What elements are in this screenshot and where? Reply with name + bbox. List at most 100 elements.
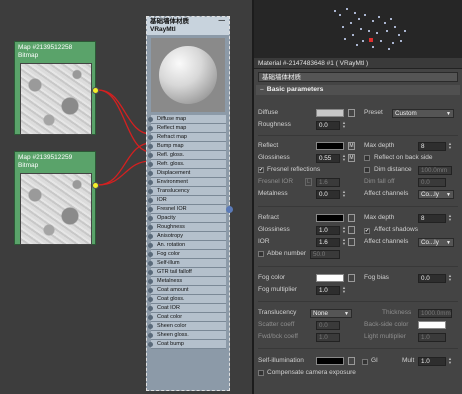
slot-input[interactable]: Diffuse map bbox=[148, 115, 226, 124]
slot-input[interactable]: Coat IOR bbox=[148, 304, 226, 313]
slot-input[interactable]: Self-illum bbox=[148, 259, 226, 268]
slot-input[interactable]: IOR bbox=[148, 196, 226, 205]
thickness-spinner[interactable]: 1000.0mm bbox=[418, 309, 452, 318]
slot-input[interactable]: Coat gloss. bbox=[148, 295, 226, 304]
fresnel-ior-lock-button[interactable]: L bbox=[305, 178, 312, 186]
slot-input[interactable]: Refl. gloss. bbox=[148, 151, 226, 160]
affect-channels-dropdown[interactable]: Co...ly ▼ bbox=[418, 190, 454, 199]
dim-falloff-spinner[interactable]: 0.0 bbox=[418, 178, 446, 187]
slot-input[interactable]: Refr. gloss. bbox=[148, 160, 226, 169]
fog-multiplier-spinner[interactable]: 1.0 bbox=[316, 286, 340, 295]
max-depth-spinner[interactable]: 8 bbox=[418, 142, 446, 151]
max-depth-label: Max depth bbox=[364, 142, 395, 149]
scatter-coeff-spinner[interactable]: 0.0 bbox=[316, 321, 340, 330]
node-subtitle: Bitmap bbox=[18, 162, 39, 169]
vraymtl-node[interactable]: 基础墙体材质 VRayMtl — Diffuse map Reflect map R… bbox=[146, 16, 233, 391]
diffuse-color-swatch[interactable] bbox=[316, 109, 344, 117]
basic-parameters-rollout[interactable]: – Basic parameters bbox=[256, 85, 460, 95]
reflect-map-button[interactable]: M bbox=[348, 142, 355, 150]
node-editor-canvas[interactable]: Map #2139512258 Bitmap Map #2139512259 B… bbox=[0, 0, 252, 394]
fresnel-checkbox[interactable]: ✔ bbox=[258, 167, 264, 173]
reflect-backside-checkbox[interactable] bbox=[364, 155, 370, 161]
slot-input[interactable]: Coat bump bbox=[148, 340, 226, 349]
mult-spinner[interactable]: 1.0 bbox=[418, 357, 446, 366]
dim-distance-checkbox[interactable] bbox=[364, 167, 370, 173]
slot-input[interactable]: Environment bbox=[148, 178, 226, 187]
rollout-toggle-icon: – bbox=[260, 86, 264, 93]
ior-spinner[interactable]: 1.6 bbox=[316, 238, 340, 247]
navigator-dot bbox=[342, 26, 344, 28]
navigator-view[interactable] bbox=[252, 0, 462, 58]
fwd-bck-coeff-spinner[interactable]: 1.0 bbox=[316, 333, 340, 342]
spinner-arrows-icon[interactable]: ▲ ▼ bbox=[342, 121, 347, 130]
fog-color-map-button[interactable] bbox=[348, 274, 355, 282]
glossiness-map-button[interactable]: M bbox=[348, 154, 355, 162]
slot-input[interactable]: Reflect map bbox=[148, 124, 226, 133]
self-illum-label: Self-illumination bbox=[258, 357, 304, 364]
translucency-dropdown[interactable]: None ▼ bbox=[310, 309, 352, 318]
output-port[interactable] bbox=[92, 182, 99, 189]
output-port[interactable] bbox=[92, 87, 99, 94]
slot-input[interactable]: Displacement bbox=[148, 169, 226, 178]
metalness-spinner[interactable]: 0.0 bbox=[316, 190, 340, 199]
max-depth-spinner[interactable]: 8 bbox=[418, 214, 446, 223]
light-multiplier-spinner[interactable]: 1.0 bbox=[418, 333, 446, 342]
self-illum-map-button[interactable] bbox=[348, 357, 355, 365]
fog-bias-spinner[interactable]: 0.0 bbox=[418, 274, 446, 283]
spinner-arrows-icon[interactable]: ▲ ▼ bbox=[342, 154, 347, 163]
refract-map-button[interactable] bbox=[348, 214, 355, 222]
slot-input[interactable]: Fresnel IOR bbox=[148, 205, 226, 214]
self-illum-color-swatch[interactable] bbox=[316, 357, 344, 365]
roughness-spinner[interactable]: 0.0 bbox=[316, 121, 340, 130]
slot-input[interactable]: Opacity bbox=[148, 214, 226, 223]
reflect-color-swatch[interactable] bbox=[316, 142, 344, 150]
spinner-arrows-icon[interactable]: ▲ ▼ bbox=[342, 190, 347, 199]
navigator-dot bbox=[339, 14, 341, 16]
glossiness-spinner[interactable]: 0.55 bbox=[316, 154, 340, 163]
diffuse-map-button[interactable] bbox=[348, 109, 355, 117]
slot-input[interactable]: Roughness bbox=[148, 223, 226, 232]
slot-input[interactable]: Translucency bbox=[148, 187, 226, 196]
compensate-checkbox[interactable] bbox=[258, 370, 264, 376]
slot-input[interactable]: Coat amount bbox=[148, 286, 226, 295]
affect-channels-dropdown[interactable]: Co...ly ▼ bbox=[418, 238, 454, 247]
abbe-spinner[interactable]: 50.0 bbox=[310, 250, 340, 259]
backside-color-swatch[interactable] bbox=[418, 321, 446, 329]
material-name-field[interactable]: 基础墙体材质 bbox=[258, 72, 458, 82]
refract-glossiness-spinner[interactable]: 1.0 bbox=[316, 226, 340, 235]
slot-input[interactable]: GTR tail falloff bbox=[148, 268, 226, 277]
spinner-arrows-icon[interactable]: ▲ ▼ bbox=[342, 226, 347, 235]
bitmap-node-2[interactable]: Map #2139512259 Bitmap bbox=[14, 151, 99, 245]
fresnel-ior-spinner[interactable]: 1.6 bbox=[316, 178, 340, 187]
slot-input[interactable]: Anisotropy bbox=[148, 232, 226, 241]
gi-checkbox[interactable] bbox=[362, 359, 368, 365]
slot-input[interactable]: Fog color bbox=[148, 250, 226, 259]
spinner-arrows-icon[interactable]: ▲ ▼ bbox=[448, 274, 453, 283]
spinner-arrows-icon[interactable]: ▲ ▼ bbox=[448, 142, 453, 151]
output-port[interactable] bbox=[226, 206, 233, 213]
spinner-arrows-icon[interactable]: ▲ ▼ bbox=[342, 238, 347, 247]
slot-input[interactable]: Refract map bbox=[148, 133, 226, 142]
spinner-arrows-icon[interactable]: ▲ ▼ bbox=[448, 357, 453, 366]
refract-glossiness-label: Glossiness bbox=[258, 226, 290, 233]
slot-input[interactable]: Sheen color bbox=[148, 322, 226, 331]
collapse-button[interactable]: — bbox=[219, 17, 226, 25]
spinner-arrows-icon[interactable]: ▲ ▼ bbox=[448, 214, 453, 223]
fog-color-swatch[interactable] bbox=[316, 274, 344, 282]
slot-input[interactable]: Metalness bbox=[148, 277, 226, 286]
input-slots: Diffuse map Reflect map Refract map Bump ma… bbox=[147, 115, 229, 349]
slot-input[interactable]: Sheen gloss. bbox=[148, 331, 226, 340]
slot-input[interactable]: An. rotation bbox=[148, 241, 226, 250]
dim-distance-spinner[interactable]: 100.0mm bbox=[418, 166, 452, 175]
refract-color-swatch[interactable] bbox=[316, 214, 344, 222]
refract-label: Refract bbox=[258, 214, 279, 221]
spinner-arrows-icon[interactable]: ▲ ▼ bbox=[342, 286, 347, 295]
preset-dropdown[interactable]: Custom ▼ bbox=[392, 109, 454, 118]
slot-input[interactable]: Coat color bbox=[148, 313, 226, 322]
affect-shadows-checkbox[interactable]: ✔ bbox=[364, 228, 370, 234]
ior-map-button[interactable] bbox=[348, 238, 355, 246]
slot-input[interactable]: Bump map bbox=[148, 142, 226, 151]
abbe-checkbox[interactable] bbox=[258, 251, 264, 257]
refract-glossiness-map-button[interactable] bbox=[348, 226, 355, 234]
bitmap-node-1[interactable]: Map #2139512258 Bitmap bbox=[14, 41, 99, 135]
